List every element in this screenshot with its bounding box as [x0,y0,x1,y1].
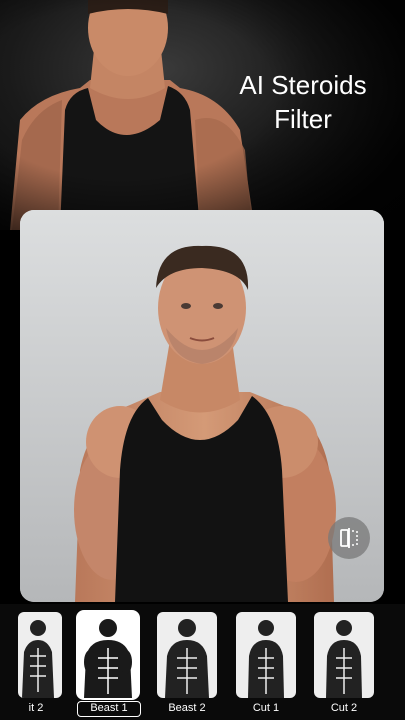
muscle-figure-icon [84,619,132,698]
filter-screen: AI Steroids Filter it 2 Beast 1 Beast 2 … [0,0,405,720]
compare-split-icon [340,528,358,548]
filter-thumb[interactable] [236,612,296,698]
filter-thumb[interactable] [18,612,62,698]
filter-strip[interactable]: it 2 Beast 1 Beast 2 Cut 1 Cut 2 [0,604,405,720]
filter-thumb[interactable] [157,612,217,698]
hero-title-line1: AI Steroids [239,70,367,100]
filter-thumb[interactable] [314,612,374,698]
muscle-figure-icon [22,620,54,698]
filter-thumb-selected[interactable] [78,612,138,698]
compare-button[interactable] [328,517,370,559]
muscle-figure-icon [248,620,284,698]
hero-title-line2: Filter [274,104,332,134]
hero-title: AI Steroids Filter [223,68,383,136]
filter-label: Cut 2 [330,702,358,714]
muscle-figure-icon [165,619,209,698]
filter-label: it 2 [28,702,44,714]
filter-label-selected: Beast 1 [77,701,141,717]
filter-label: Cut 1 [252,702,280,714]
filter-label: Beast 2 [168,702,206,714]
muscle-figure-icon [326,620,362,698]
